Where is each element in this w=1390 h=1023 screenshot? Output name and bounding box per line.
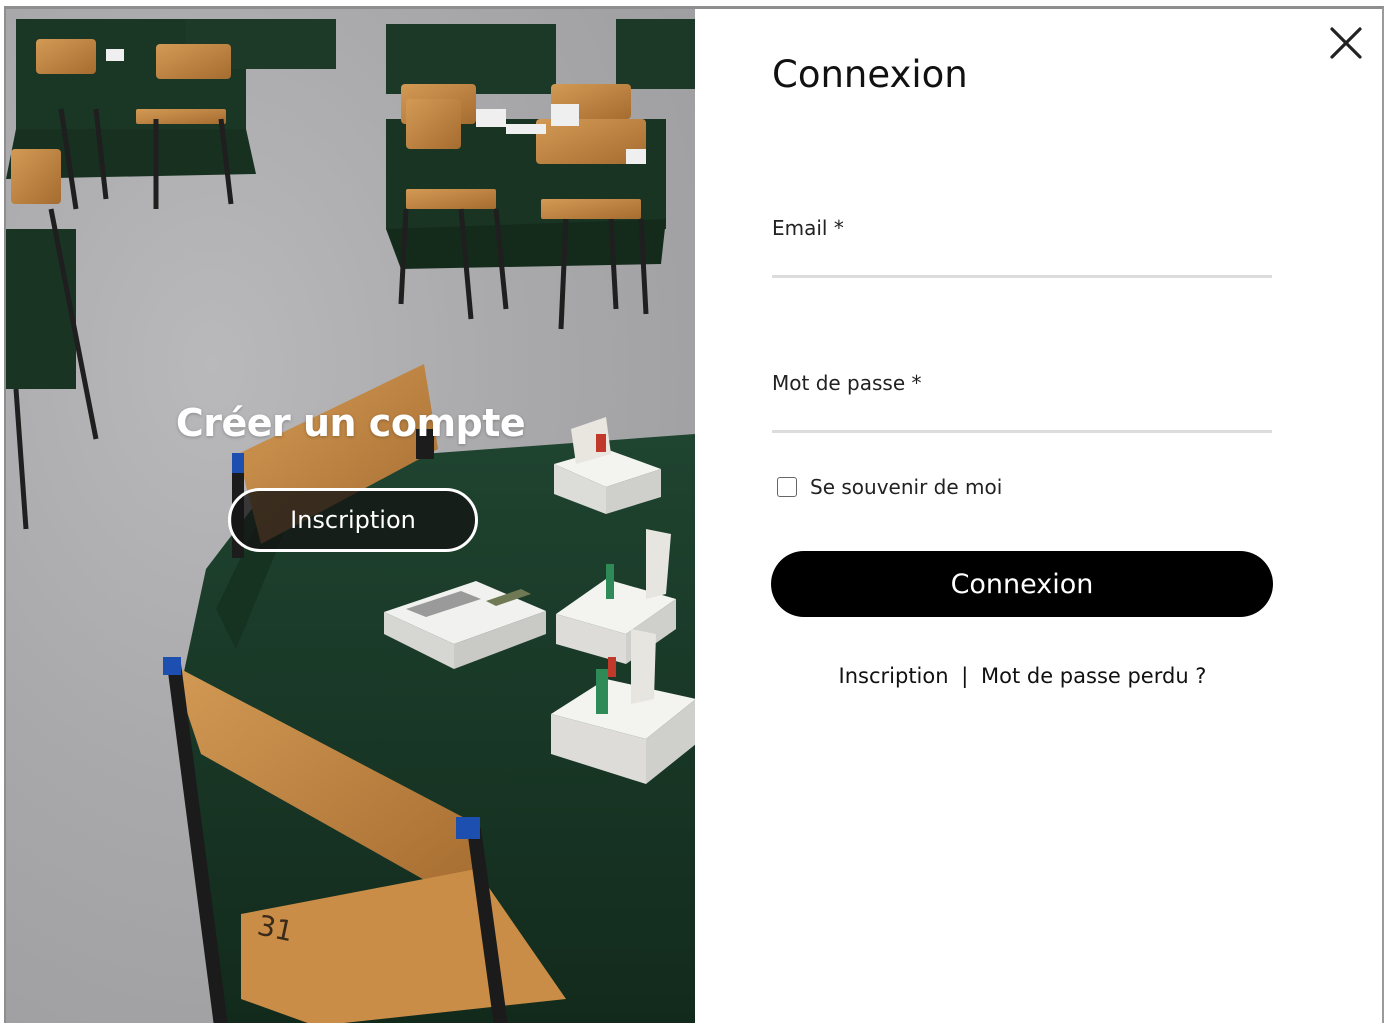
photo-panel: 31 Créer un compte Inscription — [6, 9, 695, 1023]
register-link[interactable]: Inscription — [839, 664, 949, 688]
email-label: Email * — [772, 216, 844, 240]
lost-password-link[interactable]: Mot de passe perdu ? — [981, 664, 1206, 688]
close-button[interactable] — [1326, 23, 1366, 63]
checkbox-icon[interactable] — [777, 477, 797, 497]
login-submit-button[interactable]: Connexion — [771, 551, 1273, 617]
close-icon — [1330, 27, 1362, 59]
password-field-group: Mot de passe * — [772, 371, 1272, 433]
password-label: Mot de passe * — [772, 371, 922, 395]
remember-me-label: Se souvenir de moi — [810, 475, 1003, 499]
email-field-group: Email * — [772, 216, 1272, 278]
signup-button[interactable]: Inscription — [228, 488, 478, 552]
secondary-links: Inscription | Mot de passe perdu ? — [695, 664, 1350, 688]
login-modal: 31 Créer un compte Inscription Connexion… — [4, 6, 1384, 1023]
create-account-title: Créer un compte — [175, 401, 526, 445]
login-heading: Connexion — [772, 53, 968, 96]
links-separator: | — [961, 664, 969, 688]
email-input[interactable] — [772, 244, 1272, 278]
login-panel: Connexion Email * Mot de passe * Se souv… — [695, 9, 1382, 1023]
password-input[interactable] — [772, 399, 1272, 433]
remember-me[interactable]: Se souvenir de moi — [777, 475, 1002, 499]
